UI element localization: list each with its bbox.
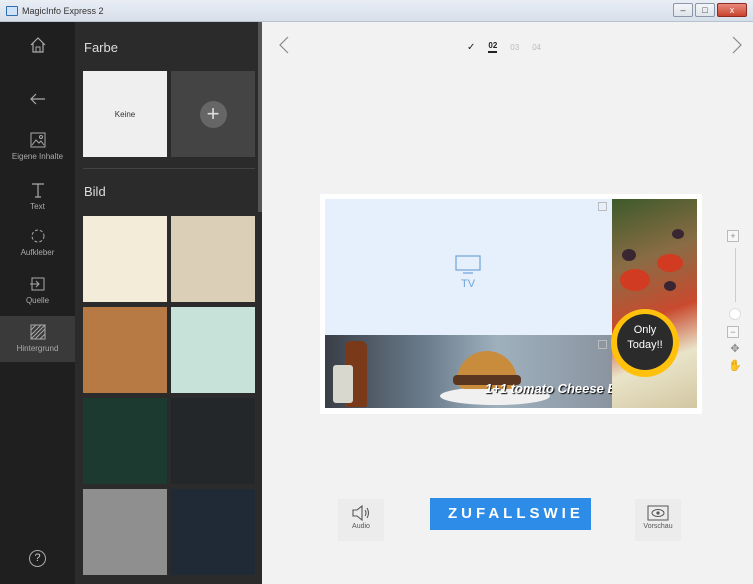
nav-label-background: Hintergrund bbox=[16, 344, 59, 353]
tv-icon bbox=[455, 255, 481, 274]
texture-grey-concrete[interactable] bbox=[83, 489, 167, 575]
image-icon bbox=[30, 132, 45, 148]
bubble-line-1: Only bbox=[633, 324, 657, 336]
help-icon: ? bbox=[29, 550, 46, 567]
maximize-button[interactable]: □ bbox=[695, 3, 715, 17]
tv-placeholder: TV bbox=[455, 255, 481, 290]
color-section-title: Farbe bbox=[84, 40, 118, 55]
nav-label-own: Eigene Inhalte bbox=[11, 152, 64, 161]
window-titlebar: MagicInfo Express 2 – □ x bbox=[0, 0, 753, 22]
hand-icon[interactable]: ✋ bbox=[727, 359, 743, 372]
source-icon bbox=[29, 277, 44, 291]
nav-own-content[interactable]: Eigene Inhalte bbox=[0, 132, 75, 172]
nav-label-source: Quelle bbox=[25, 296, 50, 305]
page-indicator: ✓ 02 03 04 bbox=[467, 41, 541, 53]
panel-divider bbox=[83, 168, 255, 169]
audio-button[interactable]: Audio bbox=[338, 499, 384, 541]
layout-canvas[interactable]: TV 1+1 tomato Cheese Burger Only Today!! bbox=[320, 194, 702, 414]
tv-zone[interactable]: TV bbox=[325, 199, 612, 335]
zoom-out-button[interactable]: − bbox=[727, 326, 739, 338]
olive-shape bbox=[672, 229, 684, 239]
page-02[interactable]: 02 bbox=[488, 41, 498, 53]
nav-label-sticker: Aufkleber bbox=[20, 248, 55, 257]
zone-copy-icon[interactable] bbox=[598, 340, 607, 349]
sticker-icon bbox=[31, 229, 44, 243]
page-03[interactable]: 03 bbox=[510, 43, 519, 52]
zoom-controls: + − ✥ ✋ bbox=[727, 230, 743, 372]
zone-copy-icon[interactable] bbox=[598, 202, 607, 211]
texture-green-chalkboard[interactable] bbox=[83, 398, 167, 484]
next-page-button[interactable] bbox=[731, 34, 743, 60]
preview-button[interactable]: Vorschau bbox=[635, 499, 681, 541]
zoom-in-button[interactable]: + bbox=[727, 230, 739, 242]
nav-back[interactable] bbox=[0, 92, 75, 110]
speech-bubble-text: Only Today!! bbox=[617, 314, 673, 370]
bubble-line-2: Today!! bbox=[627, 339, 663, 351]
minimize-button[interactable]: – bbox=[673, 3, 693, 17]
texture-cardboard[interactable] bbox=[83, 307, 167, 393]
speaker-icon bbox=[352, 504, 370, 522]
image-section-title: Bild bbox=[84, 184, 106, 199]
jar-shape bbox=[333, 365, 353, 403]
window-controls: – □ x bbox=[673, 3, 747, 17]
arrow-left-icon bbox=[29, 93, 45, 105]
background-icon bbox=[30, 324, 45, 340]
burger-caption: 1+1 tomato Cheese Burger bbox=[485, 381, 612, 396]
texture-navy-fabric[interactable] bbox=[171, 489, 255, 575]
home-icon bbox=[30, 37, 45, 53]
add-color-button[interactable]: + bbox=[171, 71, 255, 157]
move-icon[interactable]: ✥ bbox=[727, 342, 743, 355]
check-icon: ✓ bbox=[467, 41, 476, 53]
chevron-right-icon bbox=[732, 36, 742, 54]
main-editor: ✓ 02 03 04 TV 1+1 tomato Cheese Only Tod… bbox=[262, 22, 753, 584]
eye-icon bbox=[647, 505, 669, 521]
tv-label: TV bbox=[460, 278, 476, 290]
page-navigation: ✓ 02 03 04 bbox=[262, 22, 753, 70]
background-panel: Farbe Keine + Bild bbox=[75, 22, 262, 584]
texture-beige-paper[interactable] bbox=[171, 216, 255, 302]
salad-image-zone[interactable] bbox=[612, 199, 697, 408]
chevron-left-icon bbox=[279, 36, 289, 54]
texture-cream-paper[interactable] bbox=[83, 216, 167, 302]
page-04[interactable]: 04 bbox=[532, 43, 541, 52]
texture-black-chalkboard[interactable] bbox=[171, 398, 255, 484]
nav-sticker[interactable]: Aufkleber bbox=[0, 228, 75, 268]
window-title: MagicInfo Express 2 bbox=[22, 5, 104, 16]
none-label: Keine bbox=[114, 109, 136, 119]
zoom-slider-knob[interactable] bbox=[729, 308, 741, 320]
text-icon bbox=[31, 183, 44, 198]
plus-icon: + bbox=[199, 100, 227, 128]
app-icon bbox=[6, 5, 18, 16]
nav-source[interactable]: Quelle bbox=[0, 276, 75, 316]
preview-label: Vorschau bbox=[643, 523, 673, 530]
nav-home[interactable] bbox=[0, 36, 75, 58]
close-button[interactable]: x bbox=[717, 3, 747, 17]
burger-image-zone[interactable]: 1+1 tomato Cheese Burger bbox=[325, 335, 612, 408]
nav-help[interactable]: ? bbox=[0, 550, 75, 567]
tomato-shape bbox=[620, 269, 650, 291]
tomato-shape bbox=[657, 254, 683, 272]
zoom-slider-track[interactable] bbox=[734, 248, 736, 302]
color-none-swatch[interactable]: Keine bbox=[83, 71, 167, 157]
prev-page-button[interactable] bbox=[278, 34, 290, 60]
olive-shape bbox=[622, 249, 636, 261]
audio-label: Audio bbox=[352, 523, 370, 530]
nav-background[interactable]: Hintergrund bbox=[0, 316, 75, 362]
left-nav: Eigene Inhalte Text Aufkleber Quelle Hin… bbox=[0, 22, 75, 584]
nav-text[interactable]: Text bbox=[0, 182, 75, 222]
nav-label-text: Text bbox=[30, 202, 45, 211]
shuffle-button[interactable]: ZUFALLSWIE bbox=[430, 498, 591, 530]
texture-mint-watercolor[interactable] bbox=[171, 307, 255, 393]
olive-shape bbox=[664, 281, 676, 291]
